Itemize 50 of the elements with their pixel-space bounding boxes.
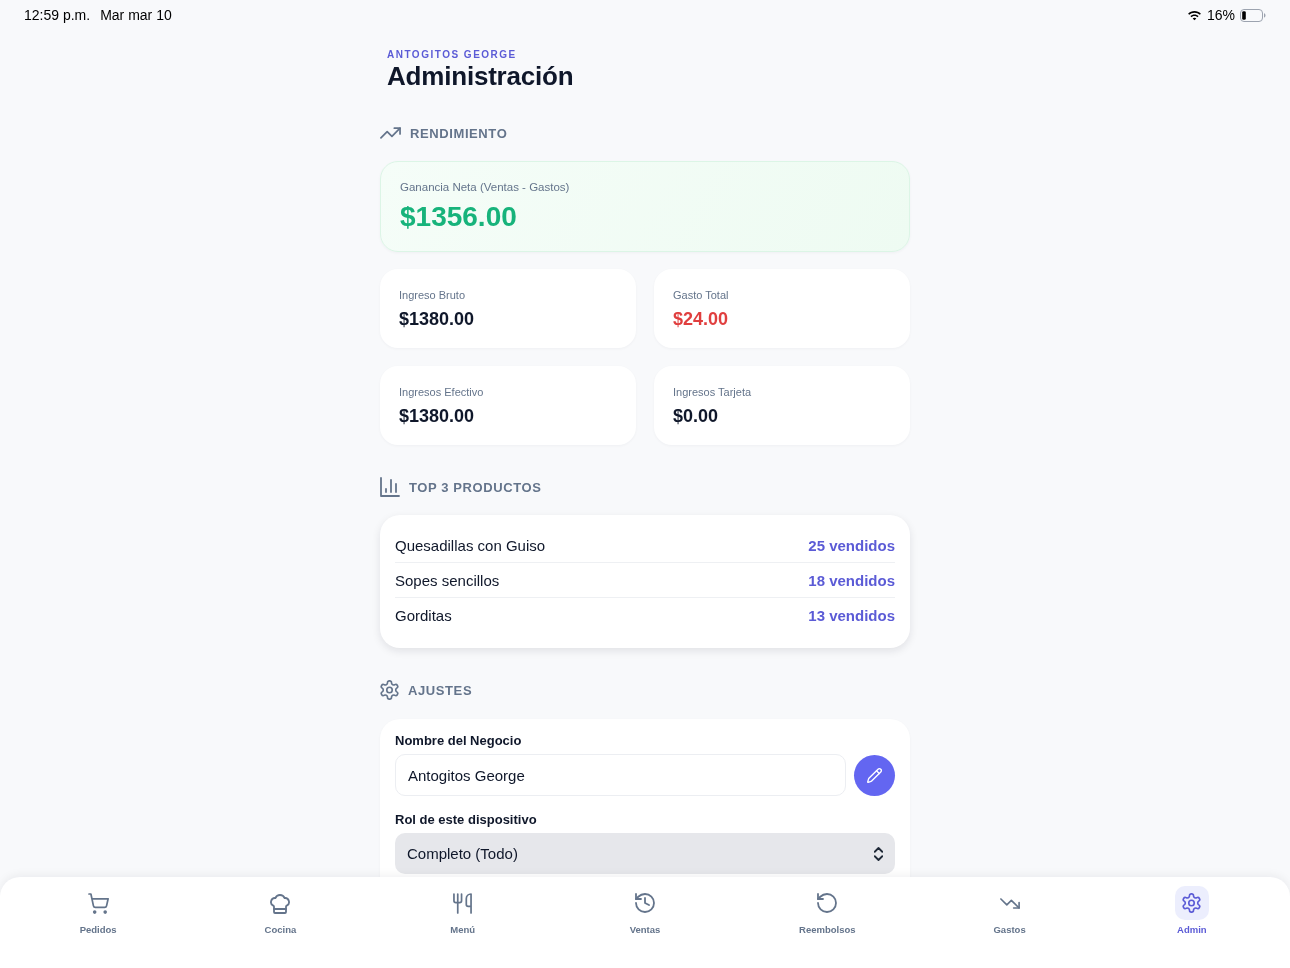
trend-up-icon [380, 127, 401, 139]
wifi-icon [1186, 9, 1202, 21]
nav-tab[interactable]: Gastos [988, 886, 1031, 938]
edit-button[interactable] [854, 754, 895, 796]
section-heading: TOP 3 PRODUCTOS [409, 479, 542, 495]
nav-tab[interactable]: Reembolsos [795, 886, 860, 938]
role-select[interactable]: Completo (Todo) [395, 833, 895, 874]
product-name: Quesadillas con Guiso [395, 536, 546, 554]
trend-down-icon [999, 897, 1020, 909]
business-name-field[interactable]: Antogitos George [395, 754, 846, 796]
units-sold: 18 vendidos [808, 571, 895, 589]
section-heading: RENDIMIENTO [410, 125, 508, 141]
field-label: Nombre del Negocio [395, 733, 522, 749]
stat-label: Ingreso Bruto [399, 288, 466, 302]
stat-value: $1380.00 [399, 405, 475, 427]
nav-tab[interactable]: Menú [441, 886, 484, 938]
stat-value: $24.00 [673, 308, 729, 330]
stat-label: Ingresos Efectivo [399, 385, 484, 399]
settings-icon [1174, 886, 1209, 920]
nav-tab[interactable]: Admin [1170, 886, 1213, 938]
stat-value: $1380.00 [399, 308, 475, 330]
section-heading: AJUSTES [408, 682, 473, 698]
stat-label: Ingresos Tarjeta [673, 385, 752, 399]
battery-icon [1240, 8, 1266, 22]
nav-tab[interactable]: Cocina [259, 886, 302, 938]
product-name: Gorditas [395, 607, 452, 624]
stat-value: $0.00 [673, 405, 719, 427]
chevron-up-down-icon [874, 846, 883, 861]
product-name: Sopes sencillos [395, 571, 500, 589]
pencil-icon [867, 767, 882, 783]
page-title: Administración [387, 61, 574, 91]
nav-tab[interactable]: Ventas [624, 886, 666, 938]
cart-icon [87, 892, 109, 914]
status-date: Mar mar 10 [100, 7, 172, 23]
units-sold: 13 vendidos [808, 607, 895, 624]
stat-label: Gasto Total [673, 288, 729, 302]
status-time: 12:59 p.m. [24, 7, 91, 23]
settings-icon [380, 680, 399, 700]
business-name-eyebrow: ANTOGITOS GEORGE [387, 49, 517, 61]
net-profit-value: $1356.00 [400, 201, 517, 233]
fork-and-knife-icon [453, 892, 473, 914]
battery-percentage: 16% [1206, 7, 1235, 23]
history-clock-icon [635, 893, 655, 913]
units-sold: 25 vendidos [808, 536, 895, 554]
nav-tab[interactable]: Pedidos [75, 886, 121, 938]
bar-chart-icon [380, 477, 400, 497]
field-label: Rol de este dispositivo [395, 812, 537, 828]
counterclockwise-arrow-icon [817, 893, 838, 913]
chef-hat-icon [270, 892, 291, 914]
net-profit-label: Ganancia Neta (Ventas - Gastos) [400, 180, 570, 194]
